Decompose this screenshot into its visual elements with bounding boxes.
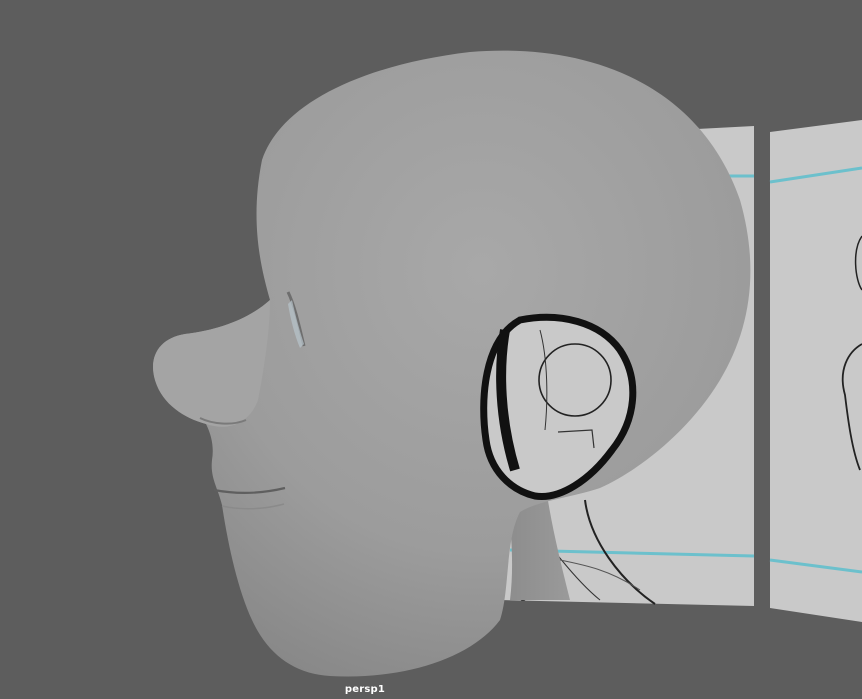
nose xyxy=(153,300,270,427)
camera-name-label: persp1 xyxy=(344,684,386,695)
reference-image-plane-front[interactable] xyxy=(769,120,862,622)
perspective-viewport[interactable]: persp1 xyxy=(0,0,862,699)
viewport-scene[interactable] xyxy=(0,0,862,699)
